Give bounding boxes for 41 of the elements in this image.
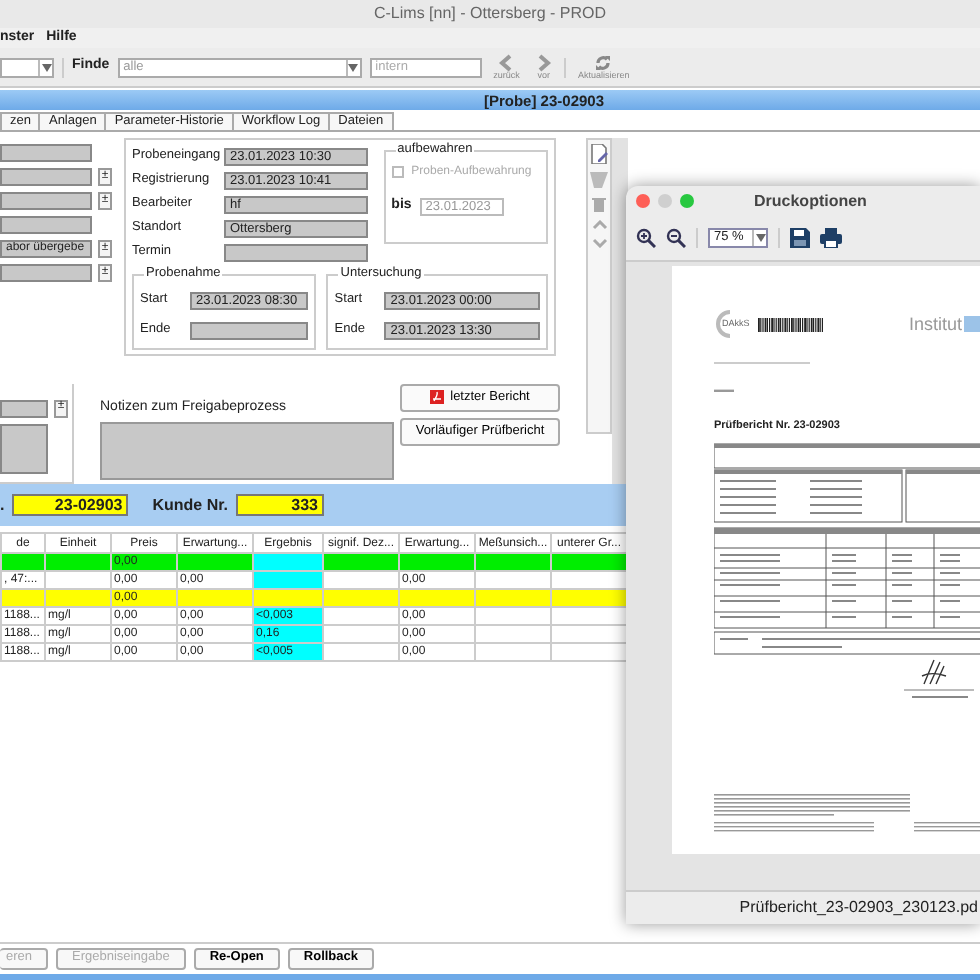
zoom-in-icon[interactable]	[636, 228, 656, 248]
save-icon[interactable]	[790, 228, 810, 248]
field-label: .	[0, 495, 5, 515]
close-button[interactable]	[636, 194, 650, 208]
window-title: C-Lims [nn] - Ottersberg - PROD	[373, 4, 607, 24]
text-field[interactable]	[0, 264, 92, 282]
print-icon[interactable]	[820, 228, 842, 248]
logo-block	[964, 316, 980, 332]
signature-drawing	[904, 655, 974, 698]
customer-number-field: 333	[236, 494, 325, 516]
text-lines-drawing	[714, 362, 810, 392]
file-name: Prüfbericht_23-02903_230123.pd	[739, 898, 978, 918]
chevron-left-icon	[498, 53, 515, 72]
chevron-right-icon	[535, 53, 552, 72]
document-edit-icon[interactable]	[590, 144, 608, 164]
minimize-button[interactable]	[658, 194, 672, 208]
text-field[interactable]	[0, 399, 48, 417]
caret-icon	[41, 63, 51, 71]
chevron-up-icon[interactable]	[591, 220, 607, 230]
text-field[interactable]	[0, 168, 92, 186]
notes-field[interactable]	[100, 421, 394, 480]
caret-icon	[348, 63, 359, 71]
sample-number-field: 23-02903	[12, 494, 129, 516]
caret-icon	[755, 234, 765, 242]
chevron-down-icon[interactable]	[591, 238, 607, 248]
text-field[interactable]	[0, 144, 92, 162]
maximize-button[interactable]	[680, 194, 694, 208]
dropdown-field[interactable]	[0, 57, 54, 77]
trash-icon[interactable]	[592, 196, 606, 212]
dialog-title: Druckoptionen	[754, 191, 867, 211]
zoom-out-icon[interactable]	[666, 228, 686, 248]
text-field[interactable]	[190, 321, 309, 339]
text-area[interactable]	[0, 423, 48, 473]
refresh-icon	[594, 53, 613, 72]
barcode-icon	[757, 317, 824, 331]
text-field[interactable]	[0, 216, 92, 234]
text-field[interactable]	[0, 192, 92, 210]
pdf-icon	[430, 390, 445, 404]
field-label: Kunde Nr.	[152, 495, 229, 515]
text-field[interactable]	[224, 243, 368, 261]
institute-name: Institut	[908, 313, 962, 335]
